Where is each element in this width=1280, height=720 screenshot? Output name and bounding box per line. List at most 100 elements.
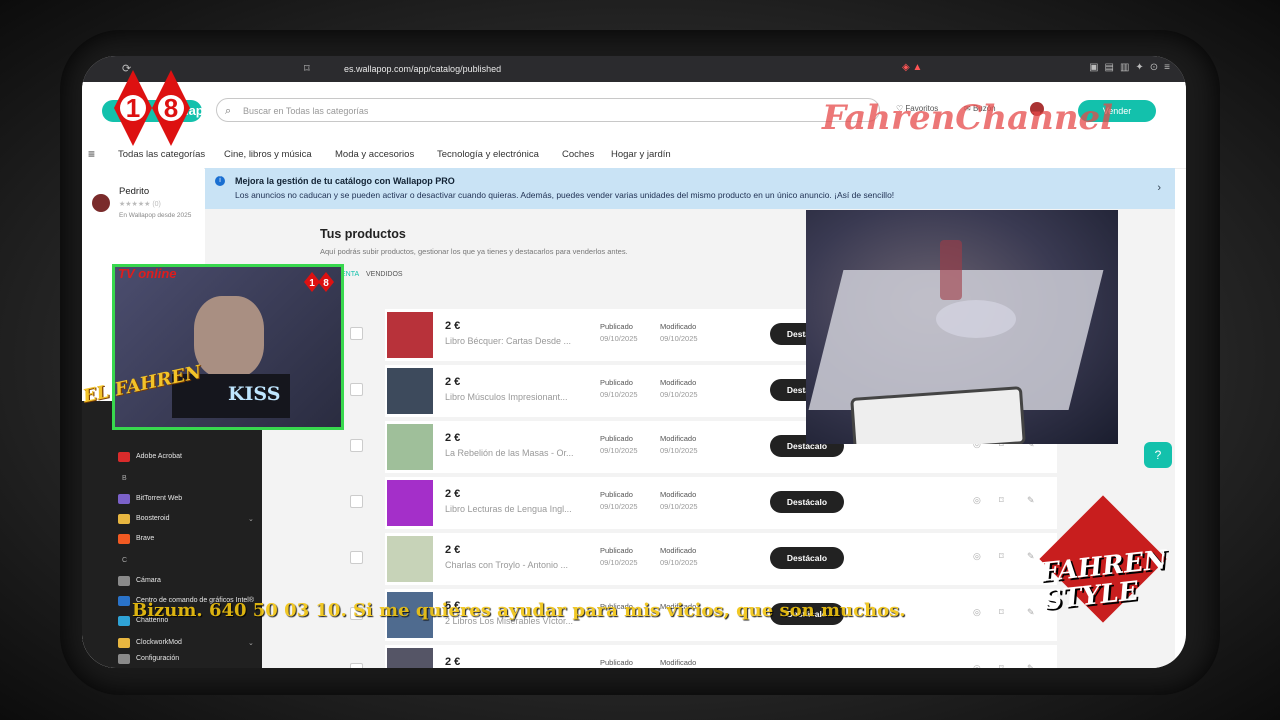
start-menu-item[interactable]: ClockworkMod — [136, 639, 182, 646]
badge-18-icon: 1 8 — [304, 272, 334, 292]
product-title[interactable]: La Rebelión de las Masas - Or... — [445, 448, 585, 458]
bookmark-icon[interactable]: ⌑ — [999, 663, 1004, 668]
edit-icon[interactable]: ✎ — [1027, 663, 1035, 668]
product-row[interactable]: 2 € Charlas con Troylo - Antonio ... Publi… — [350, 533, 1057, 585]
webcam-ashtray — [936, 300, 1016, 338]
donation-ticker: Bizum. 640 50 03 10. Si me quieres ayuda… — [132, 600, 906, 621]
category-link[interactable]: Todas las categorías — [118, 149, 205, 160]
kiss-logo: KISS — [228, 383, 281, 405]
modified-info: Modificado 09/10/2025 — [660, 546, 698, 567]
product-thumbnail[interactable] — [387, 312, 433, 358]
product-row[interactable]: 2 € Publicado Modificado ◎ ⌑ ✎ — [350, 645, 1057, 668]
category-link[interactable]: Tecnología y electrónica — [437, 149, 539, 160]
reserve-icon[interactable]: ◎ — [973, 495, 981, 506]
help-chat-icon[interactable]: ? — [1144, 442, 1172, 468]
published-info: Publicado 09/10/2025 — [600, 322, 638, 343]
product-thumbnail[interactable] — [387, 536, 433, 582]
svg-text:8: 8 — [323, 278, 329, 289]
published-info: Publicado 09/10/2025 — [600, 378, 638, 399]
address-bar[interactable]: es.wallapop.com/app/catalog/published — [344, 64, 501, 74]
fahren-style-logo: FAHREN STYLE — [1036, 495, 1180, 640]
chevron-down-icon[interactable]: ⌄ — [248, 639, 254, 647]
select-checkbox[interactable] — [350, 383, 363, 396]
product-price: 2 € — [445, 488, 461, 500]
bookmark-icon[interactable]: ⌑ — [999, 607, 1004, 618]
boost-button[interactable]: Destácalo — [770, 547, 844, 569]
start-menu-item[interactable]: Brave — [136, 535, 154, 542]
modified-info: Modificado 09/10/2025 — [660, 378, 698, 399]
streamer-cam-overlay: KISS TV online 1 8 EL FAHREN — [81, 258, 344, 436]
start-menu-item[interactable]: Adobe Acrobat — [136, 453, 182, 460]
boost-button[interactable]: Destácalo — [770, 491, 844, 513]
banner-title: Mejora la gestión de tu catálogo con Wal… — [235, 176, 455, 186]
streamer-face — [194, 296, 264, 378]
select-checkbox[interactable] — [350, 663, 363, 668]
svg-text:8: 8 — [164, 93, 178, 123]
category-link[interactable]: Moda y accesorios — [335, 149, 414, 160]
start-menu-item[interactable]: Boosteroid — [136, 515, 169, 522]
edit-icon[interactable]: ✎ — [1027, 607, 1035, 618]
user-rating: ★★★★★ (0) — [119, 201, 161, 208]
chevron-right-icon[interactable]: › — [1157, 182, 1161, 194]
browser-tools-icons[interactable]: ▣▤▥✦⊙≡ — [1089, 62, 1176, 73]
product-price: 2 € — [445, 656, 461, 668]
app-icon — [118, 654, 130, 664]
select-checkbox[interactable] — [350, 439, 363, 452]
search-placeholder: Buscar en Todas las categorías — [243, 106, 369, 116]
category-nav: ≡ Todas las categorías Cine, libros y mús… — [82, 140, 1186, 169]
product-title[interactable]: Libro Músculos Impresionant... — [445, 392, 585, 402]
product-thumbnail[interactable] — [387, 480, 433, 526]
bookmark-icon[interactable]: ⌑ — [999, 551, 1004, 562]
app-icon — [118, 534, 130, 544]
bookmark-icon[interactable]: ⌑ — [999, 495, 1004, 506]
start-menu-item[interactable]: Cámara — [136, 577, 161, 584]
product-row[interactable]: 2 € Libro Lecturas de Lengua Ingl... Publi… — [350, 477, 1057, 529]
product-thumbnail[interactable] — [387, 648, 433, 668]
edit-icon[interactable]: ✎ — [1027, 551, 1035, 562]
published-info: Publicado 09/10/2025 — [600, 490, 638, 511]
category-link[interactable]: Cine, libros y música — [224, 149, 312, 160]
select-checkbox[interactable] — [350, 327, 363, 340]
site-header: wallapop ⌕ Buscar en Todas las categoría… — [82, 82, 1186, 140]
app-icon — [118, 576, 130, 586]
start-menu-item[interactable]: Configuración — [136, 655, 179, 662]
product-title[interactable]: Charlas con Troylo - Antonio ... — [445, 560, 585, 570]
pro-banner[interactable]: i Mejora la gestión de tu catálogo con W… — [205, 168, 1175, 209]
menu-icon[interactable]: ≡ — [88, 147, 95, 161]
edit-icon[interactable]: ✎ — [1027, 495, 1035, 506]
reserve-icon[interactable]: ◎ — [973, 551, 981, 562]
browser-toolbar: ⟳ ⌑ es.wallapop.com/app/catalog/publishe… — [82, 56, 1186, 82]
app-icon — [118, 596, 130, 606]
start-menu-item[interactable]: BitTorrent Web — [136, 495, 182, 502]
tab-sold[interactable]: VENDIDOS — [366, 271, 403, 278]
category-link[interactable]: Hogar y jardín — [611, 149, 671, 160]
select-checkbox[interactable] — [350, 495, 363, 508]
published-info: Publicado — [600, 658, 633, 667]
start-menu-letter-header[interactable]: C — [122, 557, 127, 564]
product-thumbnail[interactable] — [387, 424, 433, 470]
webcam-overlay — [806, 210, 1118, 444]
tv-online-label: TV online — [118, 266, 177, 281]
folder-icon — [118, 514, 130, 524]
search-input[interactable]: ⌕ Buscar en Todas las categorías — [216, 98, 880, 122]
app-icon — [118, 494, 130, 504]
published-info: Publicado 09/10/2025 — [600, 434, 638, 455]
badge-18-large-icon: 1 8 — [114, 70, 190, 146]
chevron-down-icon[interactable]: ⌄ — [248, 515, 254, 523]
app-icon — [118, 452, 130, 462]
product-thumbnail[interactable] — [387, 368, 433, 414]
product-title[interactable]: Libro Bécquer: Cartas Desde ... — [445, 336, 585, 346]
product-price: 2 € — [445, 320, 461, 332]
brave-shield-icon[interactable]: ◈ ▲ — [902, 62, 922, 73]
bookmark-icon[interactable]: ⌑ — [304, 62, 310, 75]
fahren-style-text: FAHREN STYLE — [1039, 545, 1169, 617]
product-title[interactable]: Libro Lecturas de Lengua Ingl... — [445, 504, 585, 514]
user-avatar[interactable] — [92, 194, 110, 212]
start-menu-letter-header[interactable]: B — [122, 475, 127, 482]
reserve-icon[interactable]: ◎ — [973, 663, 981, 668]
user-name[interactable]: Pedrito — [119, 186, 149, 197]
category-link[interactable]: Coches — [562, 149, 594, 160]
product-price: 2 € — [445, 544, 461, 556]
select-checkbox[interactable] — [350, 551, 363, 564]
reserve-icon[interactable]: ◎ — [973, 607, 981, 618]
